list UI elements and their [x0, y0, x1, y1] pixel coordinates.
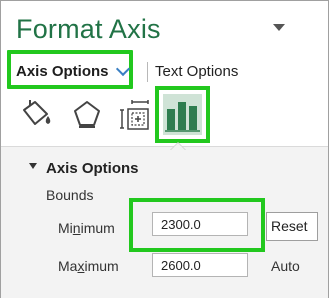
size-properties-icon[interactable]	[120, 100, 150, 132]
minimum-label: Minimum	[58, 220, 115, 236]
pane-title: Format Axis	[16, 14, 161, 44]
axis-options-icon-highlight[interactable]	[155, 86, 210, 143]
tab-text-options[interactable]: Text Options	[155, 63, 238, 80]
pane-options-dropdown-icon[interactable]	[273, 24, 285, 31]
reset-button[interactable]: Reset	[266, 212, 318, 241]
tab-axis-options[interactable]: Axis Options	[16, 63, 109, 80]
axis-options-icon[interactable]	[163, 94, 202, 135]
collapse-triangle-icon[interactable]	[29, 163, 37, 169]
selection-pointer	[171, 143, 185, 150]
minimum-input[interactable]: 2300.0	[152, 212, 248, 236]
maximum-label: Maximum	[58, 258, 119, 274]
auto-label: Auto	[271, 258, 300, 274]
maximum-input[interactable]: 2600.0	[152, 253, 248, 277]
section-title-axis-options[interactable]: Axis Options	[46, 160, 139, 177]
fill-line-icon[interactable]	[20, 98, 56, 130]
bounds-label: Bounds	[46, 187, 94, 203]
effects-icon[interactable]	[70, 98, 104, 130]
tab-divider	[147, 62, 148, 82]
